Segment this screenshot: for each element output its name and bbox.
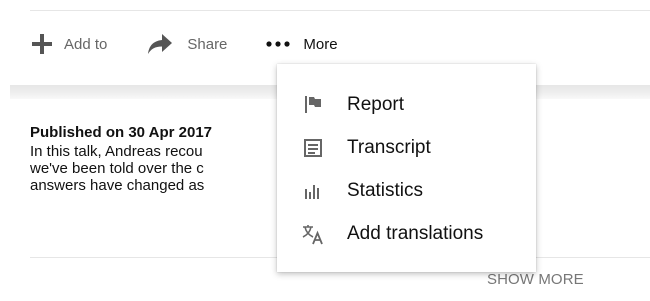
menu-item-label: Report <box>347 93 405 115</box>
flag-icon <box>301 93 325 117</box>
menu-item-report[interactable]: Report <box>277 83 536 126</box>
more-button[interactable]: More <box>266 32 338 56</box>
share-button[interactable]: Share <box>147 32 227 56</box>
translate-icon <box>301 222 325 246</box>
menu-item-add-translations[interactable]: Add translations <box>277 212 536 255</box>
menu-item-label: Transcript <box>347 136 431 158</box>
more-dots-icon <box>261 32 295 56</box>
add-to-label: Add to <box>64 35 108 53</box>
menu-item-label: Statistics <box>347 179 424 201</box>
more-menu: Report Transcript Statistics Add transla… <box>277 64 536 272</box>
share-arrow-icon <box>147 32 173 56</box>
more-label: More <box>303 35 338 53</box>
add-to-button[interactable]: Add to <box>30 32 107 56</box>
menu-item-transcript[interactable]: Transcript <box>277 126 536 169</box>
transcript-icon <box>301 136 325 160</box>
menu-item-label: Add translations <box>347 222 484 244</box>
video-action-bar: Add to Share More <box>30 30 338 58</box>
share-label: Share <box>187 35 228 53</box>
menu-item-statistics[interactable]: Statistics <box>277 169 536 212</box>
plus-icon <box>30 32 54 56</box>
statistics-icon <box>301 179 325 203</box>
top-divider <box>30 10 650 11</box>
show-more-button[interactable]: SHOW MORE <box>487 271 584 288</box>
